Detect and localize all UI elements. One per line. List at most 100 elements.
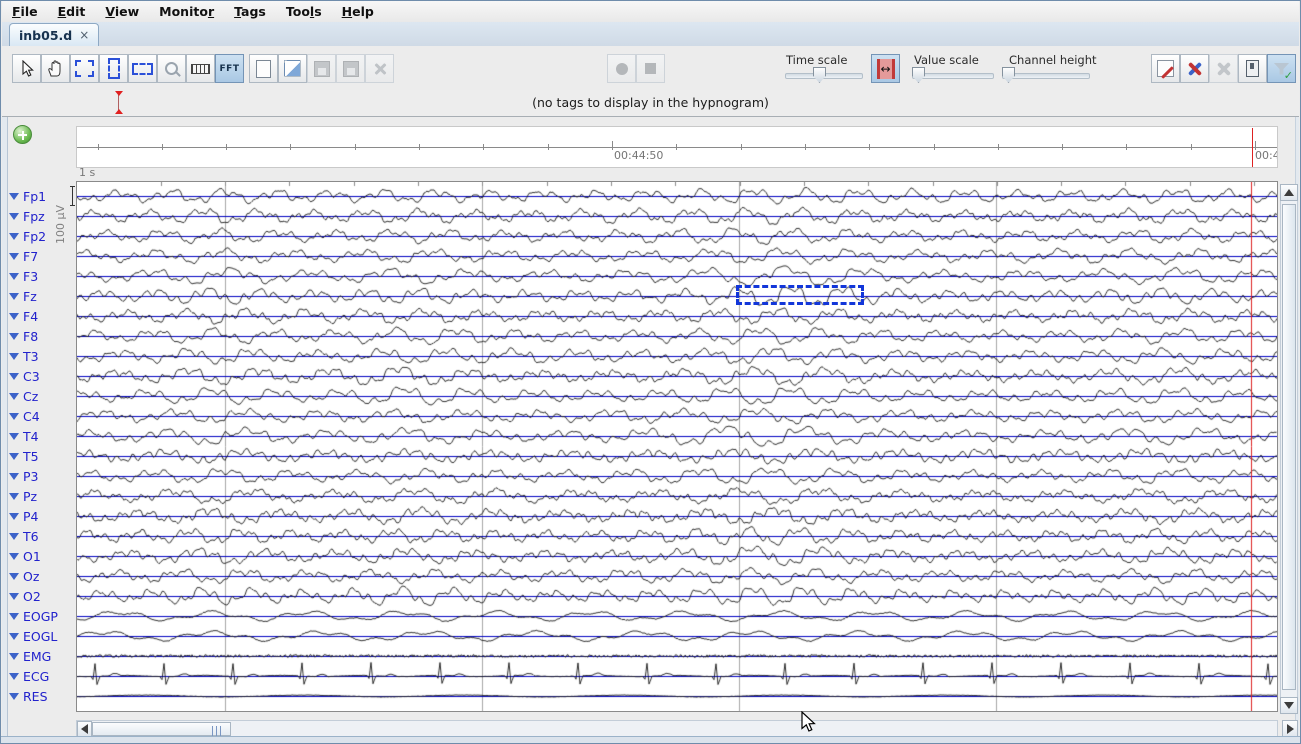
- channel-dropdown-icon[interactable]: [9, 473, 19, 480]
- signal-canvas[interactable]: [77, 182, 1277, 711]
- channel-dropdown-icon[interactable]: [9, 293, 19, 300]
- channel-name: F7: [23, 249, 38, 264]
- channel-label-t6[interactable]: T6: [9, 526, 39, 546]
- channel-height-slider[interactable]: [1002, 67, 1090, 83]
- filter-button[interactable]: ✓: [1267, 54, 1296, 83]
- channel-label-p3[interactable]: P3: [9, 466, 39, 486]
- channel-label-t3[interactable]: T3: [9, 346, 39, 366]
- channel-dropdown-icon[interactable]: [9, 313, 19, 320]
- row-select-tool-button[interactable]: [128, 54, 157, 83]
- scroll-up-button[interactable]: [1280, 184, 1298, 201]
- channel-label-emg[interactable]: EMG: [9, 646, 51, 666]
- channel-label-f8[interactable]: F8: [9, 326, 38, 346]
- channel-dropdown-icon[interactable]: [9, 653, 19, 660]
- tab-close-icon[interactable]: ×: [79, 29, 89, 41]
- fft-tool-button[interactable]: FFT: [215, 54, 244, 83]
- menu-help[interactable]: Help: [332, 2, 384, 22]
- channel-dropdown-icon[interactable]: [9, 413, 19, 420]
- measure-tool-button[interactable]: [186, 54, 215, 83]
- channel-name: EOGL: [23, 629, 57, 644]
- channel-label-eogp[interactable]: EOGP: [9, 606, 58, 626]
- menu-file[interactable]: File: [2, 2, 48, 22]
- scroll-left-button[interactable]: [77, 721, 92, 737]
- channel-dropdown-icon[interactable]: [9, 273, 19, 280]
- channel-name: Fz: [23, 289, 37, 304]
- channel-dropdown-icon[interactable]: [9, 633, 19, 640]
- vertical-scrollbar-thumb[interactable]: [1282, 204, 1296, 690]
- toggle-panel-button[interactable]: [1238, 54, 1267, 83]
- open-document-button[interactable]: [278, 54, 307, 83]
- add-channel-button[interactable]: [13, 125, 32, 144]
- menu-edit[interactable]: Edit: [48, 2, 96, 22]
- signal-plot[interactable]: [76, 181, 1278, 712]
- channel-label-c4[interactable]: C4: [9, 406, 40, 426]
- pan-tool-button[interactable]: [41, 54, 70, 83]
- save-as-button: [336, 54, 365, 83]
- channel-label-res[interactable]: RES: [9, 686, 48, 706]
- time-ruler[interactable]: 00:44:50 00:4: [76, 126, 1278, 168]
- channel-name: T4: [23, 429, 39, 444]
- channel-dropdown-icon[interactable]: [9, 373, 19, 380]
- channel-height-slider-thumb[interactable]: [1002, 67, 1015, 83]
- montage-edit-button[interactable]: [1151, 54, 1180, 83]
- channel-dropdown-icon[interactable]: [9, 593, 19, 600]
- channel-label-p4[interactable]: P4: [9, 506, 39, 526]
- pointer-tool-button[interactable]: [12, 54, 41, 83]
- channel-dropdown-icon[interactable]: [9, 253, 19, 260]
- channel-dropdown-icon[interactable]: [9, 393, 19, 400]
- signal-selection[interactable]: [736, 285, 864, 305]
- horizontal-scrollbar-thumb[interactable]: [92, 722, 231, 736]
- tab-inb05[interactable]: inb05.d ×: [9, 23, 99, 46]
- channel-label-ecg[interactable]: ECG: [9, 666, 49, 686]
- signal-tools-button[interactable]: [1180, 54, 1209, 83]
- channel-label-t4[interactable]: T4: [9, 426, 39, 446]
- value-scale-slider-thumb[interactable]: [912, 67, 925, 83]
- channel-label-oz[interactable]: Oz: [9, 566, 39, 586]
- channel-dropdown-icon[interactable]: [9, 513, 19, 520]
- channel-label-f7[interactable]: F7: [9, 246, 38, 266]
- channel-label-cz[interactable]: Cz: [9, 386, 38, 406]
- channel-label-o1[interactable]: O1: [9, 546, 41, 566]
- channel-dropdown-icon[interactable]: [9, 553, 19, 560]
- channel-dropdown-icon[interactable]: [9, 213, 19, 220]
- time-scale-slider[interactable]: [785, 67, 863, 83]
- channel-dropdown-icon[interactable]: [9, 233, 19, 240]
- channel-dropdown-icon[interactable]: [9, 533, 19, 540]
- menu-tools[interactable]: Tools: [276, 2, 332, 22]
- channel-dropdown-icon[interactable]: [9, 673, 19, 680]
- stop-button: [636, 54, 665, 83]
- channel-label-o2[interactable]: O2: [9, 586, 41, 606]
- channel-dropdown-icon[interactable]: [9, 353, 19, 360]
- select-tool-button[interactable]: [70, 54, 99, 83]
- channel-dropdown-icon[interactable]: [9, 493, 19, 500]
- channel-label-f3[interactable]: F3: [9, 266, 38, 286]
- channel-dropdown-icon[interactable]: [9, 433, 19, 440]
- channel-dropdown-icon[interactable]: [9, 453, 19, 460]
- channel-dropdown-icon[interactable]: [9, 613, 19, 620]
- channel-dropdown-icon[interactable]: [9, 693, 19, 700]
- vertical-scrollbar[interactable]: [1280, 184, 1298, 714]
- zoom-tool-button[interactable]: [157, 54, 186, 83]
- channel-label-t5[interactable]: T5: [9, 446, 39, 466]
- menu-monitor[interactable]: Monitor: [149, 2, 224, 22]
- scroll-down-button[interactable]: [1280, 697, 1298, 714]
- fit-width-button[interactable]: ↔: [871, 54, 900, 83]
- menu-view[interactable]: View: [95, 2, 149, 22]
- channel-label-fp2[interactable]: Fp2: [9, 226, 46, 246]
- channel-label-c3[interactable]: C3: [9, 366, 40, 386]
- horizontal-resize-icon: ↔: [877, 59, 895, 79]
- channel-dropdown-icon[interactable]: [9, 573, 19, 580]
- value-scale-slider[interactable]: [912, 67, 994, 83]
- channel-label-fpz[interactable]: Fpz: [9, 206, 45, 226]
- channel-label-f4[interactable]: F4: [9, 306, 38, 326]
- menu-tags[interactable]: Tags: [224, 2, 276, 22]
- new-document-button[interactable]: [249, 54, 278, 83]
- channel-label-fz[interactable]: Fz: [9, 286, 37, 306]
- channel-dropdown-icon[interactable]: [9, 333, 19, 340]
- channel-dropdown-icon[interactable]: [9, 193, 19, 200]
- channel-label-eogl[interactable]: EOGL: [9, 626, 57, 646]
- channel-label-fp1[interactable]: Fp1: [9, 186, 46, 206]
- channel-label-pz[interactable]: Pz: [9, 486, 37, 506]
- time-scale-slider-thumb[interactable]: [813, 67, 826, 83]
- column-select-tool-button[interactable]: [99, 54, 128, 83]
